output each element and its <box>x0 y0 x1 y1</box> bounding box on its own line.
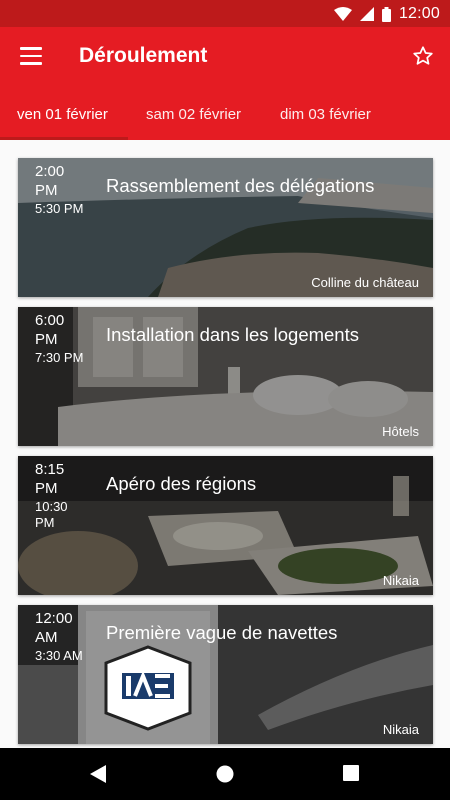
event-time: 6:00 PM 7:30 PM <box>35 311 85 366</box>
status-bar: 12:00 <box>0 0 450 27</box>
menu-icon[interactable] <box>20 47 42 65</box>
start-time: 6:00 <box>35 312 65 329</box>
logo-image <box>104 645 192 731</box>
event-location: Nikaia <box>382 722 419 737</box>
event-title: Apéro des régions <box>106 473 257 494</box>
start-ampm: PM <box>35 480 58 497</box>
event-title: Première vague de navettes <box>106 622 338 643</box>
start-time: 12:00 <box>35 610 73 627</box>
event-card[interactable]: 12:00 AM 3:30 AM Première vague de navet… <box>18 605 433 744</box>
end-time: 3:30 AM <box>35 648 83 663</box>
wifi-icon <box>333 7 352 21</box>
tab-dim-03[interactable]: dim 03 février <box>280 106 371 123</box>
event-location: Nikaia <box>382 573 419 588</box>
start-ampm: PM <box>35 182 58 199</box>
event-title: Installation dans les logements <box>106 324 359 345</box>
event-location: Hôtels <box>382 424 419 439</box>
event-location: Colline du château <box>311 275 419 290</box>
star-icon[interactable] <box>412 45 434 67</box>
start-time: 8:15 <box>35 461 65 478</box>
tab-ven-01[interactable]: ven 01 février <box>17 106 108 123</box>
event-card[interactable]: 8:15 PM 10:30 PM Apéro des régions Nikai… <box>18 456 433 595</box>
end-time: 5:30 PM <box>35 201 84 216</box>
event-card[interactable]: 6:00 PM 7:30 PM Installation dans les lo… <box>18 307 433 446</box>
date-tabs: ven 01 février sam 02 février dim 03 fév… <box>0 88 450 140</box>
status-icons: 12:00 <box>333 4 440 24</box>
start-ampm: AM <box>35 629 58 646</box>
end-time: 7:30 PM <box>35 350 84 365</box>
event-time: 8:15 PM 10:30 PM <box>35 460 85 531</box>
event-time: 12:00 AM 3:30 AM <box>35 609 85 664</box>
battery-icon <box>381 6 391 22</box>
event-title: Rassemblement des délégations <box>106 175 375 196</box>
home-icon[interactable] <box>216 765 234 783</box>
navigation-bar <box>0 748 450 800</box>
event-time: 2:00 PM 5:30 PM <box>35 162 85 217</box>
event-card[interactable]: 2:00 PM 5:30 PM Rassemblement des déléga… <box>18 158 433 297</box>
recents-icon[interactable] <box>343 765 359 781</box>
tab-sam-02[interactable]: sam 02 février <box>146 106 241 123</box>
status-time: 12:00 <box>398 5 440 22</box>
start-time: 2:00 <box>35 163 65 180</box>
start-ampm: PM <box>35 331 58 348</box>
app-bar: Déroulement <box>0 27 450 88</box>
end-time: 10:30 PM <box>35 499 68 530</box>
signal-icon <box>359 7 374 21</box>
back-icon[interactable] <box>90 765 106 783</box>
page-title: Déroulement <box>79 44 208 67</box>
event-list: 2:00 PM 5:30 PM Rassemblement des déléga… <box>0 140 450 748</box>
